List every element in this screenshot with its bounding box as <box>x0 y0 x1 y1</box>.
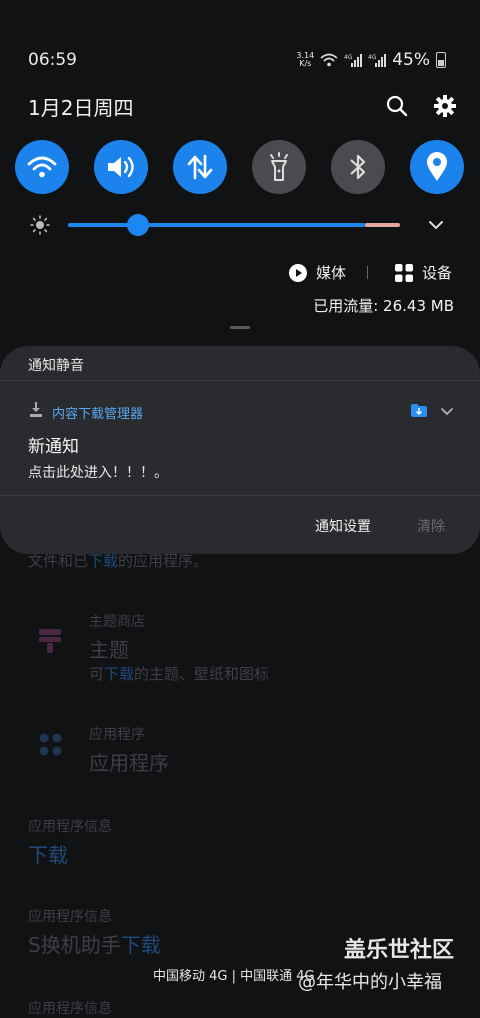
info1-category: 应用程序信息 <box>28 819 112 835</box>
media-label: 媒体 <box>316 264 347 282</box>
notification-section-title: 通知静音 <box>28 358 84 374</box>
data-usage-label: 已用流量: 26.43 MB <box>313 297 454 315</box>
status-time: 06:59 <box>28 50 77 70</box>
svg-text:4G: 4G <box>344 54 353 61</box>
chevron-down-icon[interactable] <box>441 407 453 416</box>
battery-percent: 45% <box>392 50 430 70</box>
devices-grid-icon <box>395 263 413 282</box>
apps-title: 应用程序 <box>89 751 169 775</box>
theme-desc: 可下载的主题、壁纸和图标 <box>89 665 270 683</box>
brightness-slider-end <box>365 223 400 227</box>
search-icon[interactable] <box>385 94 409 118</box>
download-app-icon <box>30 402 42 417</box>
brightness-slider-fill <box>68 223 365 227</box>
notification-app-name: 内容下载管理器 <box>52 407 144 422</box>
location-pin-icon <box>427 152 447 181</box>
wifi-status-icon <box>320 53 338 67</box>
media-button[interactable]: 媒体 <box>288 262 346 283</box>
bluetooth-icon <box>350 154 366 180</box>
theme-category: 主题商店 <box>89 614 145 630</box>
watermark-author: @年华中的小幸福 <box>298 972 442 993</box>
signal-2-icon: 4G <box>368 54 387 67</box>
notification-settings-button[interactable]: 通知设置 <box>315 516 371 536</box>
volume-icon <box>108 156 134 178</box>
gear-icon[interactable] <box>433 94 457 118</box>
folder-icon <box>411 404 427 417</box>
info2-title: S换机助手下载 <box>28 933 161 957</box>
apps-category: 应用程序 <box>89 727 145 743</box>
watermark-title: 盖乐世社区 <box>344 938 455 963</box>
chevron-down-icon[interactable] <box>428 219 444 231</box>
network-speed: 3.14 K/s <box>296 51 315 68</box>
toggle-location[interactable] <box>410 140 464 194</box>
info1-title: 下载 <box>28 843 68 867</box>
info3-category: 应用程序信息 <box>28 1001 112 1017</box>
notification-body[interactable]: 点击此处进入！！！。 <box>28 462 168 482</box>
theme-title: 主题 <box>89 638 129 662</box>
flashlight-icon <box>270 152 288 181</box>
brightness-icon <box>30 215 50 235</box>
devices-label: 设备 <box>422 264 453 282</box>
apps-grid-icon <box>39 733 62 756</box>
info2-category: 应用程序信息 <box>28 909 112 925</box>
toggle-flashlight[interactable] <box>252 140 306 194</box>
wifi-icon <box>27 156 57 178</box>
battery-icon <box>436 52 446 68</box>
clear-button[interactable]: 清除 <box>417 516 445 536</box>
divider <box>0 495 480 496</box>
brightness-slider-handle[interactable] <box>126 214 149 236</box>
play-circle-icon <box>289 263 307 282</box>
signal-1-icon: 4G <box>344 54 363 67</box>
notification-title[interactable]: 新通知 <box>28 432 79 457</box>
devices-button[interactable]: 设备 <box>395 262 452 283</box>
data-arrows-icon <box>187 154 213 180</box>
panel-drag-handle[interactable] <box>230 326 250 329</box>
status-icons: 3.14 K/s 4G 4G 45% <box>296 50 446 70</box>
toggle-wifi[interactable] <box>15 140 69 194</box>
toggle-mobile-data[interactable] <box>173 140 227 194</box>
svg-text:4G: 4G <box>368 54 377 61</box>
date-label: 1月2日周四 <box>28 96 134 120</box>
divider <box>367 266 368 279</box>
toggle-bluetooth[interactable] <box>331 140 385 194</box>
carrier-label: 中国移动 4G | 中国联通 4G <box>153 969 315 984</box>
theme-brush-icon <box>39 629 61 653</box>
toggle-sound[interactable] <box>94 140 148 194</box>
divider <box>0 380 480 381</box>
